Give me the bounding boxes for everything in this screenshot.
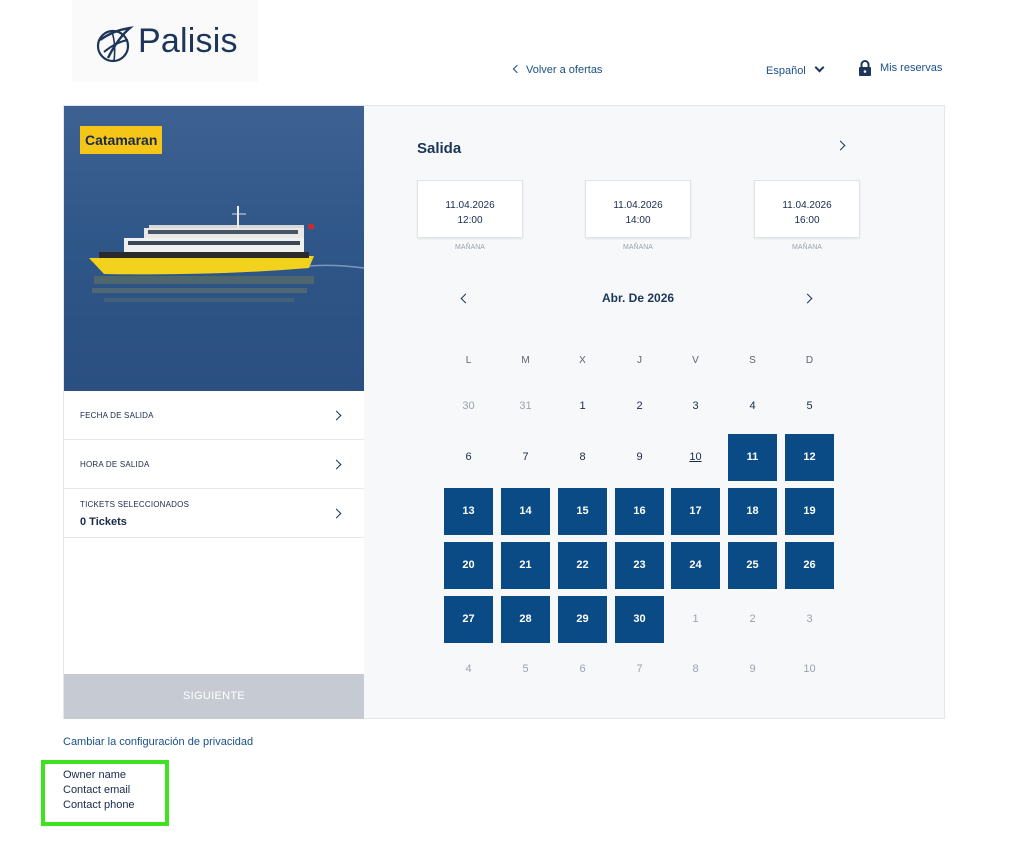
departure-time-label: HORA DE SALIDA bbox=[80, 460, 150, 469]
calendar-day-available[interactable]: 19 bbox=[785, 488, 834, 535]
slot-day-label: MAÑANA bbox=[623, 244, 653, 251]
calendar-day-available[interactable]: 24 bbox=[671, 542, 720, 589]
calendar-day: 2 bbox=[636, 400, 643, 412]
contact-info: Owner name Contact email Contact phone bbox=[41, 760, 169, 826]
calendar-day: 6 bbox=[579, 663, 586, 675]
calendar-day: 3 bbox=[692, 400, 699, 412]
chevron-right-icon bbox=[331, 508, 342, 519]
calendar-day: 4 bbox=[749, 400, 756, 412]
selected-tickets-row[interactable]: TICKETS SELECCIONADOS 0 Tickets bbox=[64, 489, 364, 538]
calendar-day: 9 bbox=[636, 451, 643, 463]
slot-time: 16:00 bbox=[794, 215, 820, 226]
back-label: Volver a ofertas bbox=[526, 64, 603, 76]
calendar-day-available[interactable]: 22 bbox=[558, 542, 607, 589]
calendar-day-available[interactable]: 26 bbox=[785, 542, 834, 589]
slot-date: 11.04.2026 bbox=[445, 200, 495, 211]
language-select[interactable]: Español bbox=[766, 62, 825, 77]
departure-title: Salida bbox=[417, 140, 462, 157]
chevron-left-icon bbox=[512, 64, 522, 74]
lock-icon bbox=[859, 60, 871, 76]
calendar-day-available[interactable]: 30 bbox=[615, 596, 664, 643]
calendar-day: 5 bbox=[806, 400, 813, 412]
product-summary: Catamaran FECHA DE SALIDA HORA DE SALIDA… bbox=[64, 106, 364, 719]
weekday-label: D bbox=[805, 355, 814, 366]
weekday-label: S bbox=[749, 355, 756, 366]
globe-sail-logo-icon bbox=[96, 26, 134, 63]
language-label: Español bbox=[766, 65, 806, 77]
calendar-day: 7 bbox=[522, 451, 529, 463]
calendar-day: 30 bbox=[462, 400, 475, 412]
weekday-label: J bbox=[637, 355, 642, 366]
calendar-day-available[interactable]: 17 bbox=[671, 488, 720, 535]
chevron-down-icon bbox=[814, 62, 825, 73]
calendar-month-label: Abr. De 2026 bbox=[602, 291, 675, 305]
selected-tickets-value: 0 Tickets bbox=[80, 516, 127, 528]
slot-day-label: MAÑANA bbox=[455, 244, 485, 251]
privacy-settings-link[interactable]: Cambiar la configuración de privacidad bbox=[63, 736, 253, 748]
calendar-day: 4 bbox=[465, 663, 472, 675]
calendar-day-available[interactable]: 12 bbox=[785, 434, 834, 481]
brand-name: Palisis bbox=[138, 22, 238, 60]
calendar-day-available[interactable]: 14 bbox=[501, 488, 550, 535]
calendar-day-available[interactable]: 13 bbox=[444, 488, 493, 535]
calendar-day-available[interactable]: 25 bbox=[728, 542, 777, 589]
my-reservations-link[interactable]: Mis reservas bbox=[858, 60, 942, 76]
weekday-label: X bbox=[579, 355, 586, 366]
calendar-day-available[interactable]: 28 bbox=[501, 596, 550, 643]
contact-phone: Contact phone bbox=[63, 799, 135, 811]
next-month-icon[interactable] bbox=[802, 293, 813, 304]
slot-day-label: MAÑANA bbox=[792, 244, 822, 251]
weekday-label: L bbox=[465, 355, 472, 366]
chevron-right-icon bbox=[331, 459, 342, 470]
logo[interactable]: Palisis bbox=[72, 0, 258, 82]
calendar-day: 8 bbox=[579, 451, 586, 463]
time-slot-button[interactable]: 11.04.2026 12:00 bbox=[417, 180, 523, 238]
next-slots-icon[interactable] bbox=[835, 140, 846, 151]
calendar-day-available[interactable]: 11 bbox=[728, 434, 777, 481]
calendar-day-available[interactable]: 27 bbox=[444, 596, 493, 643]
calendar-day-available[interactable]: 20 bbox=[444, 542, 493, 589]
departure-panel: Salida 11.04.2026 12:00 MAÑANA 11.04.202… bbox=[364, 106, 944, 718]
product-type-badge: Catamaran bbox=[80, 126, 163, 154]
next-button[interactable]: SIGUIENTE bbox=[64, 674, 364, 719]
weekday-label: M bbox=[521, 355, 530, 366]
departure-date-label: FECHA DE SALIDA bbox=[80, 411, 154, 420]
back-to-offers-link[interactable]: Volver a ofertas bbox=[512, 64, 603, 76]
weekday-label: V bbox=[692, 355, 699, 366]
calendar-day-available[interactable]: 15 bbox=[558, 488, 607, 535]
calendar-day-available[interactable]: 29 bbox=[558, 596, 607, 643]
time-slot-button[interactable]: 11.04.2026 14:00 bbox=[585, 180, 691, 238]
chevron-right-icon bbox=[331, 410, 342, 421]
prev-month-icon[interactable] bbox=[460, 293, 471, 304]
calendar-day: 8 bbox=[692, 663, 699, 675]
departure-time-row[interactable]: HORA DE SALIDA bbox=[64, 440, 364, 489]
catamaran-photo: Catamaran bbox=[64, 106, 364, 391]
selected-tickets-label: TICKETS SELECCIONADOS bbox=[80, 500, 190, 509]
owner-name: Owner name bbox=[63, 769, 126, 781]
calendar-day: 6 bbox=[465, 451, 472, 463]
calendar-day: 7 bbox=[636, 663, 643, 675]
calendar-day: 3 bbox=[806, 613, 813, 625]
calendar-day-available[interactable]: 21 bbox=[501, 542, 550, 589]
calendar-day: 2 bbox=[749, 613, 756, 625]
calendar-day: 31 bbox=[519, 400, 532, 412]
calendar-day: 5 bbox=[522, 663, 529, 675]
slot-date: 11.04.2026 bbox=[613, 200, 663, 211]
departure-date-row[interactable]: FECHA DE SALIDA bbox=[64, 391, 364, 440]
calendar-day: 1 bbox=[579, 400, 586, 412]
calendar-day: 9 bbox=[749, 663, 756, 675]
slot-date: 11.04.2026 bbox=[782, 200, 832, 211]
calendar-day-available[interactable]: 23 bbox=[615, 542, 664, 589]
reservations-label: Mis reservas bbox=[880, 62, 943, 74]
slot-time: 14:00 bbox=[625, 215, 651, 226]
contact-email: Contact email bbox=[63, 784, 131, 796]
calendar-day: 10 bbox=[803, 663, 816, 675]
booking-card: Catamaran FECHA DE SALIDA HORA DE SALIDA… bbox=[63, 105, 945, 719]
calendar-day-available[interactable]: 18 bbox=[728, 488, 777, 535]
calendar-day-available[interactable]: 16 bbox=[615, 488, 664, 535]
time-slot-button[interactable]: 11.04.2026 16:00 bbox=[754, 180, 860, 238]
calendar-day: 1 bbox=[692, 613, 699, 625]
slot-time: 12:00 bbox=[457, 215, 483, 226]
calendar-day: 10 bbox=[689, 451, 702, 463]
